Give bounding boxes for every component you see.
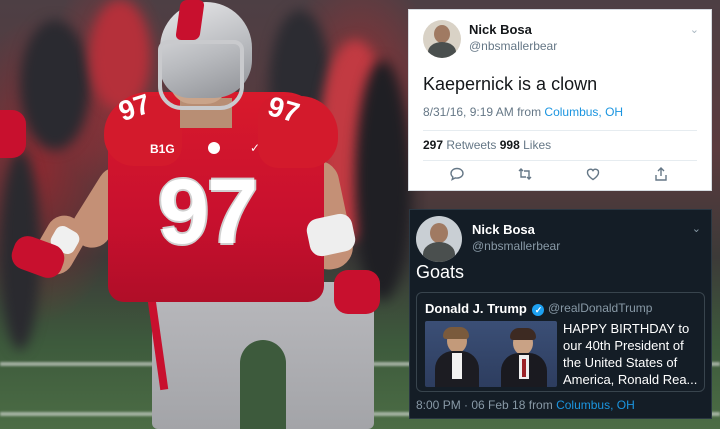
tweet-text: Kaepernick is a clown [423, 74, 598, 94]
quoted-author[interactable]: Donald J. Trump ✓ [425, 301, 546, 316]
quoted-display-name[interactable]: Donald J. Trump [425, 301, 527, 316]
glove [334, 270, 380, 314]
location-link[interactable]: Columbus, OH [544, 105, 623, 119]
quoted-tweet[interactable]: Donald J. Trump ✓ @realDonaldTrump HAPPY… [416, 292, 705, 392]
football-player: 97 97 97 B1G ✓ [0, 0, 420, 429]
chevron-down-icon[interactable]: ⌄ [690, 23, 699, 36]
tweet-stats: 297 Retweets 998 Likes [423, 138, 551, 152]
user-handle[interactable]: @nbsmallerbear [472, 239, 560, 253]
tweet-timestamp: 8/31/16, 9:19 AM from Columbus, OH [423, 105, 623, 119]
quoted-text: HAPPY BIRTHDAY to our 40th President of … [563, 321, 698, 387]
tweet-timestamp: 8:00 PM · 06 Feb 18 from Columbus, OH [416, 398, 635, 412]
team-logo [208, 142, 220, 154]
timestamp-text: 8/31/16, 9:19 AM from [423, 105, 545, 119]
facemask [158, 40, 244, 110]
like-icon[interactable] [582, 166, 604, 185]
brand-logo: ✓ [250, 141, 261, 155]
retweet-icon[interactable] [514, 166, 536, 185]
quoted-handle[interactable]: @realDonaldTrump [548, 301, 652, 315]
display-name[interactable]: Nick Bosa [472, 222, 535, 237]
user-handle[interactable]: @nbsmallerbear [469, 39, 557, 53]
conference-logo: B1G [150, 142, 175, 156]
tweet-card[interactable]: Nick Bosa @nbsmallerbear ⌄ Goats Donald … [409, 209, 712, 419]
reply-icon[interactable] [446, 166, 468, 185]
likes-label: Likes [519, 138, 552, 152]
tweet-actions [409, 166, 711, 186]
jersey-number: 97 [158, 161, 258, 263]
likes-count[interactable]: 998 [500, 138, 520, 152]
avatar[interactable] [423, 20, 461, 58]
chevron-down-icon[interactable]: ⌄ [692, 222, 701, 235]
verified-badge-icon: ✓ [532, 303, 545, 316]
tweet-text: Goats [416, 262, 465, 282]
share-icon[interactable] [650, 166, 672, 185]
divider [423, 130, 697, 131]
quoted-photo[interactable] [425, 321, 557, 387]
retweets-count[interactable]: 297 [423, 138, 443, 152]
location-link[interactable]: Columbus, OH [556, 398, 635, 412]
timestamp-text: 8:00 PM · 06 Feb 18 from [416, 398, 557, 412]
display-name[interactable]: Nick Bosa [469, 22, 532, 37]
glove [0, 110, 26, 158]
avatar[interactable] [416, 216, 462, 262]
retweets-label: Retweets [443, 138, 500, 152]
tweet-card[interactable]: Nick Bosa @nbsmallerbear ⌄ Kaepernick is… [408, 9, 712, 191]
divider [423, 160, 697, 161]
